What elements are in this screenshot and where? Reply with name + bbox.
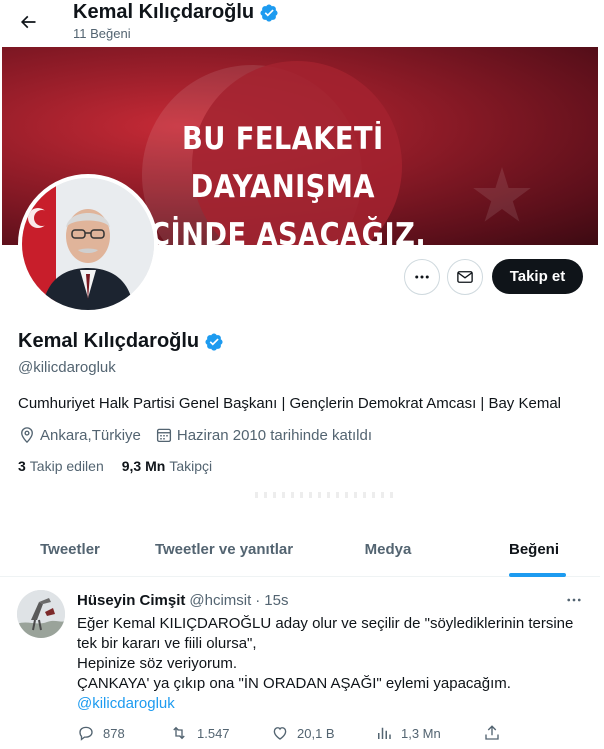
like-icon <box>273 727 287 740</box>
retweet-icon <box>173 726 185 740</box>
share-button[interactable] <box>483 724 509 742</box>
avatar-portrait <box>22 178 154 310</box>
views-icon <box>378 727 391 739</box>
profile-avatar[interactable] <box>18 174 158 314</box>
retweet-button[interactable]: 1.547 <box>169 724 230 742</box>
profile-joined: Haziran 2010 tarihinde katıldı <box>155 426 372 444</box>
followers-link[interactable]: 9,3 Mn Takipçi <box>122 458 212 474</box>
tweet-author-name[interactable]: Hüseyin Cimşit <box>77 592 185 609</box>
profile-meta: Ankara,Türkiye Haziran 2010 tarihinde ka… <box>18 426 386 444</box>
tweet-line-2: tek bir kararı ve fiili olursa", <box>77 635 257 652</box>
tab-likes-label: Beğeni <box>508 541 559 558</box>
follow-button[interactable]: Takip et <box>492 259 583 294</box>
message-button[interactable] <box>447 259 483 295</box>
decorative-divider <box>255 492 395 498</box>
like-button[interactable]: 20,1 B <box>271 724 335 742</box>
profile-location: Ankara,Türkiye <box>18 426 141 444</box>
retweet-count: 1.547 <box>197 725 230 741</box>
followers-count: 9,3 Mn <box>121 458 166 474</box>
tab-tweets[interactable]: Tweetler <box>0 522 140 577</box>
active-tab-indicator <box>509 573 566 577</box>
header-name: Kemal Kılıçdaroğlu <box>73 1 255 23</box>
tab-media-label: Medya <box>364 541 412 558</box>
reply-icon <box>79 726 93 741</box>
mail-icon <box>457 271 473 283</box>
header-likes-count: 11 Beğeni <box>73 26 131 41</box>
tweet-line-1: Eğer Kemal KILIÇDAROĞLU aday olur ve seç… <box>77 615 574 632</box>
header-title-row: Kemal Kılıçdaroğlu <box>73 1 279 24</box>
more-options-button[interactable] <box>404 259 440 295</box>
profile-bio: Cumhuriyet Halk Partisi Genel Başkanı | … <box>18 395 561 412</box>
location-icon <box>21 427 33 444</box>
profile-header: Kemal Kılıçdaroğlu 11 Beğeni <box>0 0 604 48</box>
following-link[interactable]: 3 Takip edilen <box>18 458 104 474</box>
back-arrow-icon[interactable] <box>14 8 42 36</box>
following-label: Takip edilen <box>29 458 104 474</box>
tweet-author-handle[interactable]: @hcimsit <box>189 592 251 609</box>
following-count: 3 <box>18 458 26 474</box>
verified-badge-icon <box>260 3 278 22</box>
tab-media[interactable]: Medya <box>308 522 468 577</box>
views-count: 1,3 Mn <box>401 725 441 741</box>
tweet-card[interactable]: Hüseyin Cimşit @hcimsit · 15s Eğer Kemal… <box>0 578 600 749</box>
follow-stats: 3 Takip edilen 9,3 Mn Takipçi <box>18 458 230 474</box>
more-icon <box>415 275 429 279</box>
tweet-more-button[interactable] <box>562 590 586 610</box>
views-button[interactable]: 1,3 Mn <box>375 724 441 742</box>
verified-badge-icon[interactable] <box>204 332 224 352</box>
tweet-timestamp[interactable]: 15s <box>264 592 288 609</box>
like-count: 20,1 B <box>297 725 335 741</box>
tweet-separator: · <box>255 592 261 609</box>
tweet-line-4: ÇANKAYA' ya çıkıp ona "İN ORADAN AŞAĞI" … <box>77 675 511 692</box>
profile-name-row: Kemal Kılıçdaroğlu <box>18 330 224 353</box>
banner-line-1: BU FELAKETİ DAYANIŞMA <box>181 121 384 205</box>
tweet-avatar-image <box>17 590 65 638</box>
tweet-mention[interactable]: @kilicdarogluk <box>77 694 592 714</box>
tweet-header: Hüseyin Cimşit @hcimsit · 15s <box>77 592 288 609</box>
followers-label: Takipçi <box>169 458 213 474</box>
location-text: Ankara,Türkiye <box>40 426 141 444</box>
tab-tweets-label: Tweetler <box>40 541 100 558</box>
tweet-author-avatar[interactable] <box>17 590 65 638</box>
share-icon <box>485 725 499 740</box>
tab-tweets-and-replies[interactable]: Tweetler ve yanıtlar <box>140 522 308 577</box>
tab-replies-label: Tweetler ve yanıtlar <box>154 541 294 558</box>
tab-likes[interactable]: Beğeni <box>468 522 600 577</box>
calendar-icon <box>156 428 171 443</box>
more-icon <box>567 598 581 602</box>
reply-button[interactable]: 878 <box>77 724 125 742</box>
reply-count: 878 <box>103 725 125 741</box>
profile-tabs: Tweetler Tweetler ve yanıtlar Medya Beğe… <box>0 522 600 577</box>
banner-star-shape <box>473 167 531 222</box>
tweet-text: Eğer Kemal KILIÇDAROĞLU aday olur ve seç… <box>77 614 592 714</box>
tweet-actions: 878 1.547 20,1 B 1,3 Mn <box>77 724 507 746</box>
joined-text: Haziran 2010 tarihinde katıldı <box>176 426 372 444</box>
profile-name: Kemal Kılıçdaroğlu <box>18 330 200 352</box>
tweet-line-3: Hepinize söz veriyorum. <box>77 655 238 672</box>
profile-handle: @kilicdarogluk <box>18 359 116 376</box>
